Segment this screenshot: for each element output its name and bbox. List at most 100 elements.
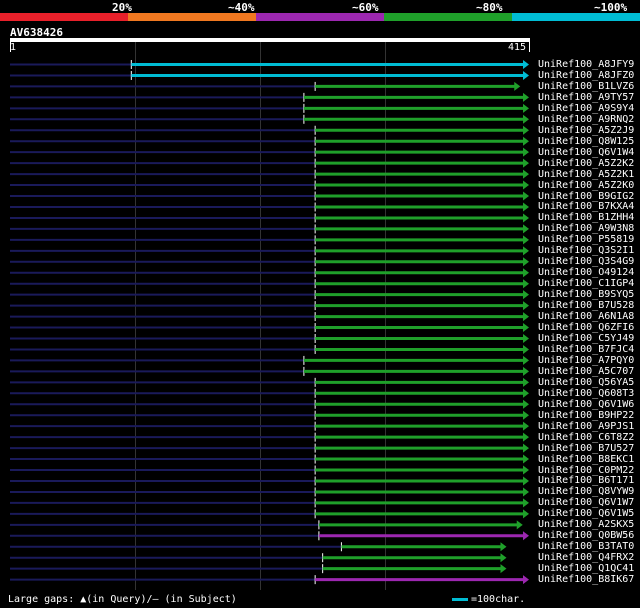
hit-label[interactable]: UniRef100_B9SYQ5	[538, 289, 634, 300]
hit-label[interactable]: UniRef100_Q3S4G9	[538, 256, 634, 267]
hit-label[interactable]: UniRef100_B7FJC4	[538, 344, 634, 355]
hit-track[interactable]	[10, 377, 529, 387]
hit-track[interactable]	[10, 147, 529, 157]
hit-label[interactable]: UniRef100_A8JFY9	[538, 59, 634, 70]
hit-track[interactable]	[10, 542, 507, 552]
hit-track[interactable]	[10, 476, 529, 486]
hit-label[interactable]: UniRef100_B7U528	[538, 300, 634, 311]
hit-track[interactable]	[10, 257, 529, 267]
hit-track[interactable]	[10, 388, 529, 398]
hit-track[interactable]	[10, 246, 529, 256]
hit-track[interactable]	[10, 60, 529, 69]
hit-track[interactable]	[10, 301, 529, 311]
hit-label[interactable]: UniRef100_A9W3N8	[538, 223, 634, 234]
hit-track[interactable]	[10, 235, 529, 245]
hit-track[interactable]	[10, 202, 529, 212]
hit-track[interactable]	[10, 575, 529, 585]
hit-track[interactable]	[10, 180, 529, 190]
hit-label[interactable]: UniRef100_O49124	[538, 267, 634, 278]
hit-label[interactable]: UniRef100_A8JFZ0	[538, 70, 634, 81]
hit-label[interactable]: UniRef100_A9S9Y4	[538, 103, 634, 114]
hit-arrow	[523, 301, 529, 311]
hit-label[interactable]: UniRef100_P55819	[538, 234, 634, 245]
hit-label[interactable]: UniRef100_Q8VYW9	[538, 486, 634, 497]
hit-arrow	[523, 454, 529, 464]
hit-track[interactable]	[10, 103, 529, 113]
hit-label[interactable]: UniRef100_B8IK67	[538, 574, 634, 585]
hit-label[interactable]: UniRef100_B7U527	[538, 443, 634, 454]
hit-label[interactable]: UniRef100_A7PQY0	[538, 355, 634, 366]
hit-track[interactable]	[10, 531, 529, 541]
hit-label[interactable]: UniRef100_Q608T3	[538, 388, 634, 399]
hit-track[interactable]	[10, 366, 529, 376]
hit-track[interactable]	[10, 498, 529, 508]
hit-label[interactable]: UniRef100_A5Z2J9	[538, 125, 634, 136]
hit-label[interactable]: UniRef100_Q6ZFI6	[538, 322, 634, 333]
hit-label[interactable]: UniRef100_Q6V1W5	[538, 508, 634, 519]
hit-label[interactable]: UniRef100_Q6V1W7	[538, 497, 634, 508]
hit-track[interactable]	[10, 399, 529, 409]
hit-track[interactable]	[10, 344, 529, 354]
hit-track[interactable]	[10, 553, 507, 563]
hit-label[interactable]: UniRef100_Q56YA5	[538, 377, 634, 388]
hit-track[interactable]	[10, 465, 529, 475]
hit-track[interactable]	[10, 81, 521, 91]
hit-label[interactable]: UniRef100_A6N1A8	[538, 311, 634, 322]
hit-label[interactable]: UniRef100_B9GIG2	[538, 191, 634, 202]
hit-track[interactable]	[10, 136, 529, 146]
hit-label[interactable]: UniRef100_A9PJS1	[538, 421, 634, 432]
hit-track[interactable]	[10, 410, 529, 420]
hit-label[interactable]: UniRef100_B7KXA4	[538, 201, 634, 212]
hit-arrow	[500, 542, 507, 552]
hit-track[interactable]	[10, 564, 507, 574]
hit-track[interactable]	[10, 323, 529, 333]
hit-label[interactable]: UniRef100_B6T171	[538, 475, 634, 486]
hit-track[interactable]	[10, 169, 529, 179]
hit-track[interactable]	[10, 509, 529, 519]
hit-label[interactable]: UniRef100_Q3S2I1	[538, 245, 634, 256]
hit-track[interactable]	[10, 125, 529, 135]
hit-label[interactable]: UniRef100_A2SKX5	[538, 519, 634, 530]
hit-label[interactable]: UniRef100_Q1QC41	[538, 563, 634, 574]
hit-track[interactable]	[10, 158, 529, 168]
hit-track[interactable]	[10, 290, 529, 300]
hit-track[interactable]	[10, 454, 529, 464]
hit-track[interactable]	[10, 213, 529, 223]
hit-label[interactable]: UniRef100_A9RNQ2	[538, 114, 634, 125]
hit-track[interactable]	[10, 432, 529, 442]
hit-track[interactable]	[10, 92, 529, 102]
hit-label[interactable]: UniRef100_A5C707	[538, 366, 634, 377]
hit-label[interactable]: UniRef100_A5Z2K2	[538, 158, 634, 169]
hit-label[interactable]: UniRef100_B1ZHH4	[538, 212, 634, 223]
hit-label[interactable]: UniRef100_Q6V1W4	[538, 147, 634, 158]
hit-label[interactable]: UniRef100_Q4FRX2	[538, 552, 634, 563]
hit-label[interactable]: UniRef100_B1LVZ6	[538, 81, 634, 92]
hit-label[interactable]: UniRef100_Q0BW56	[538, 530, 634, 541]
hit-track[interactable]	[10, 224, 529, 234]
hit-label[interactable]: UniRef100_B9HP22	[538, 410, 634, 421]
hit-label[interactable]: UniRef100_B3TAT0	[538, 541, 634, 552]
hit-label[interactable]: UniRef100_C5YJ49	[538, 333, 634, 344]
hit-label[interactable]: UniRef100_Q6V1W6	[538, 399, 634, 410]
hit-track[interactable]	[10, 443, 529, 453]
hit-label[interactable]: UniRef100_A9TY57	[538, 92, 634, 103]
hit-label[interactable]: UniRef100_Q8W125	[538, 136, 634, 147]
hit-track[interactable]	[10, 268, 529, 278]
hit-track[interactable]	[10, 114, 529, 124]
hit-track[interactable]	[10, 312, 529, 322]
hit-track[interactable]	[10, 191, 529, 201]
hit-track[interactable]	[10, 355, 529, 365]
hit-track[interactable]	[10, 334, 529, 343]
hit-label[interactable]: UniRef100_C6T8Z2	[538, 432, 634, 443]
hit-arrow	[523, 70, 529, 80]
hit-track[interactable]	[10, 279, 529, 289]
hit-track[interactable]	[10, 421, 529, 431]
hit-track[interactable]	[10, 520, 523, 530]
hit-label[interactable]: UniRef100_C0PM22	[538, 465, 634, 476]
hit-label[interactable]: UniRef100_A5Z2K1	[538, 169, 634, 180]
hit-track[interactable]	[10, 487, 529, 497]
hit-label[interactable]: UniRef100_A5Z2K0	[538, 180, 634, 191]
hit-label[interactable]: UniRef100_B8EKC1	[538, 454, 634, 465]
hit-track[interactable]	[10, 70, 529, 80]
hit-label[interactable]: UniRef100_C1IGP4	[538, 278, 634, 289]
